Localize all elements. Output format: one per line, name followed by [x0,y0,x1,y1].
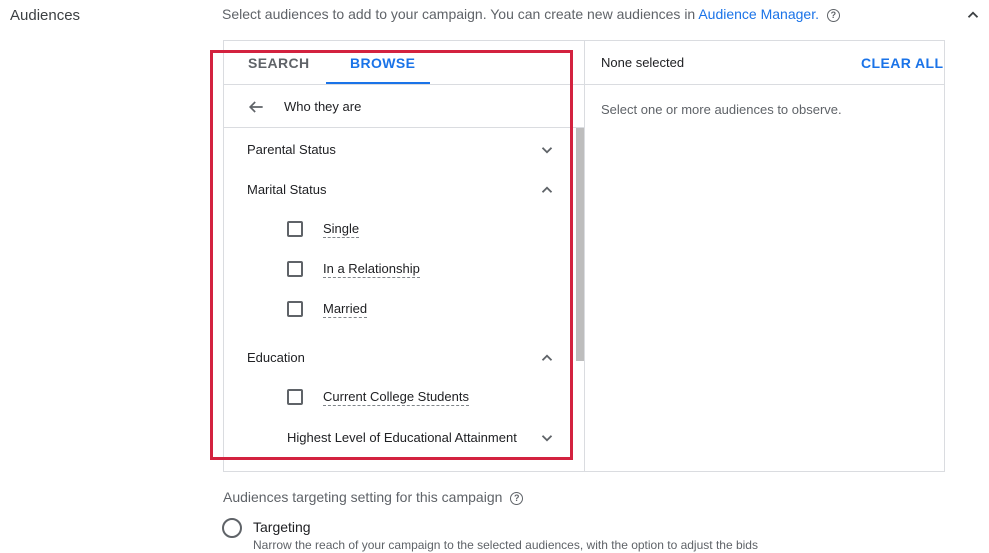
intro-text: Select audiences to add to your campaign… [222,6,696,22]
targeting-setting-label: Audiences targeting setting for this cam… [223,489,503,505]
clear-all-button[interactable]: CLEAR ALL [861,55,943,71]
empty-selection-message: Select one or more audiences to observe. [601,102,842,117]
help-icon[interactable]: ? [826,9,840,22]
chevron-up-icon[interactable] [964,6,982,24]
scrollbar-thumb[interactable] [576,128,584,361]
targeting-setting-title: Audiences targeting setting for this cam… [223,489,524,505]
targeting-radio-label[interactable]: Targeting [253,519,311,535]
selection-status: None selected [601,55,685,70]
targeting-radio[interactable] [222,518,242,538]
audience-manager-link[interactable]: Audience Manager. [698,6,819,22]
help-icon[interactable]: ? [510,492,524,505]
highlight-box [210,50,573,460]
intro-text-row: Select audiences to add to your campaign… [222,6,840,22]
section-title: Audiences [10,7,81,24]
divider [585,84,944,85]
targeting-radio-description: Narrow the reach of your campaign to the… [253,538,758,552]
